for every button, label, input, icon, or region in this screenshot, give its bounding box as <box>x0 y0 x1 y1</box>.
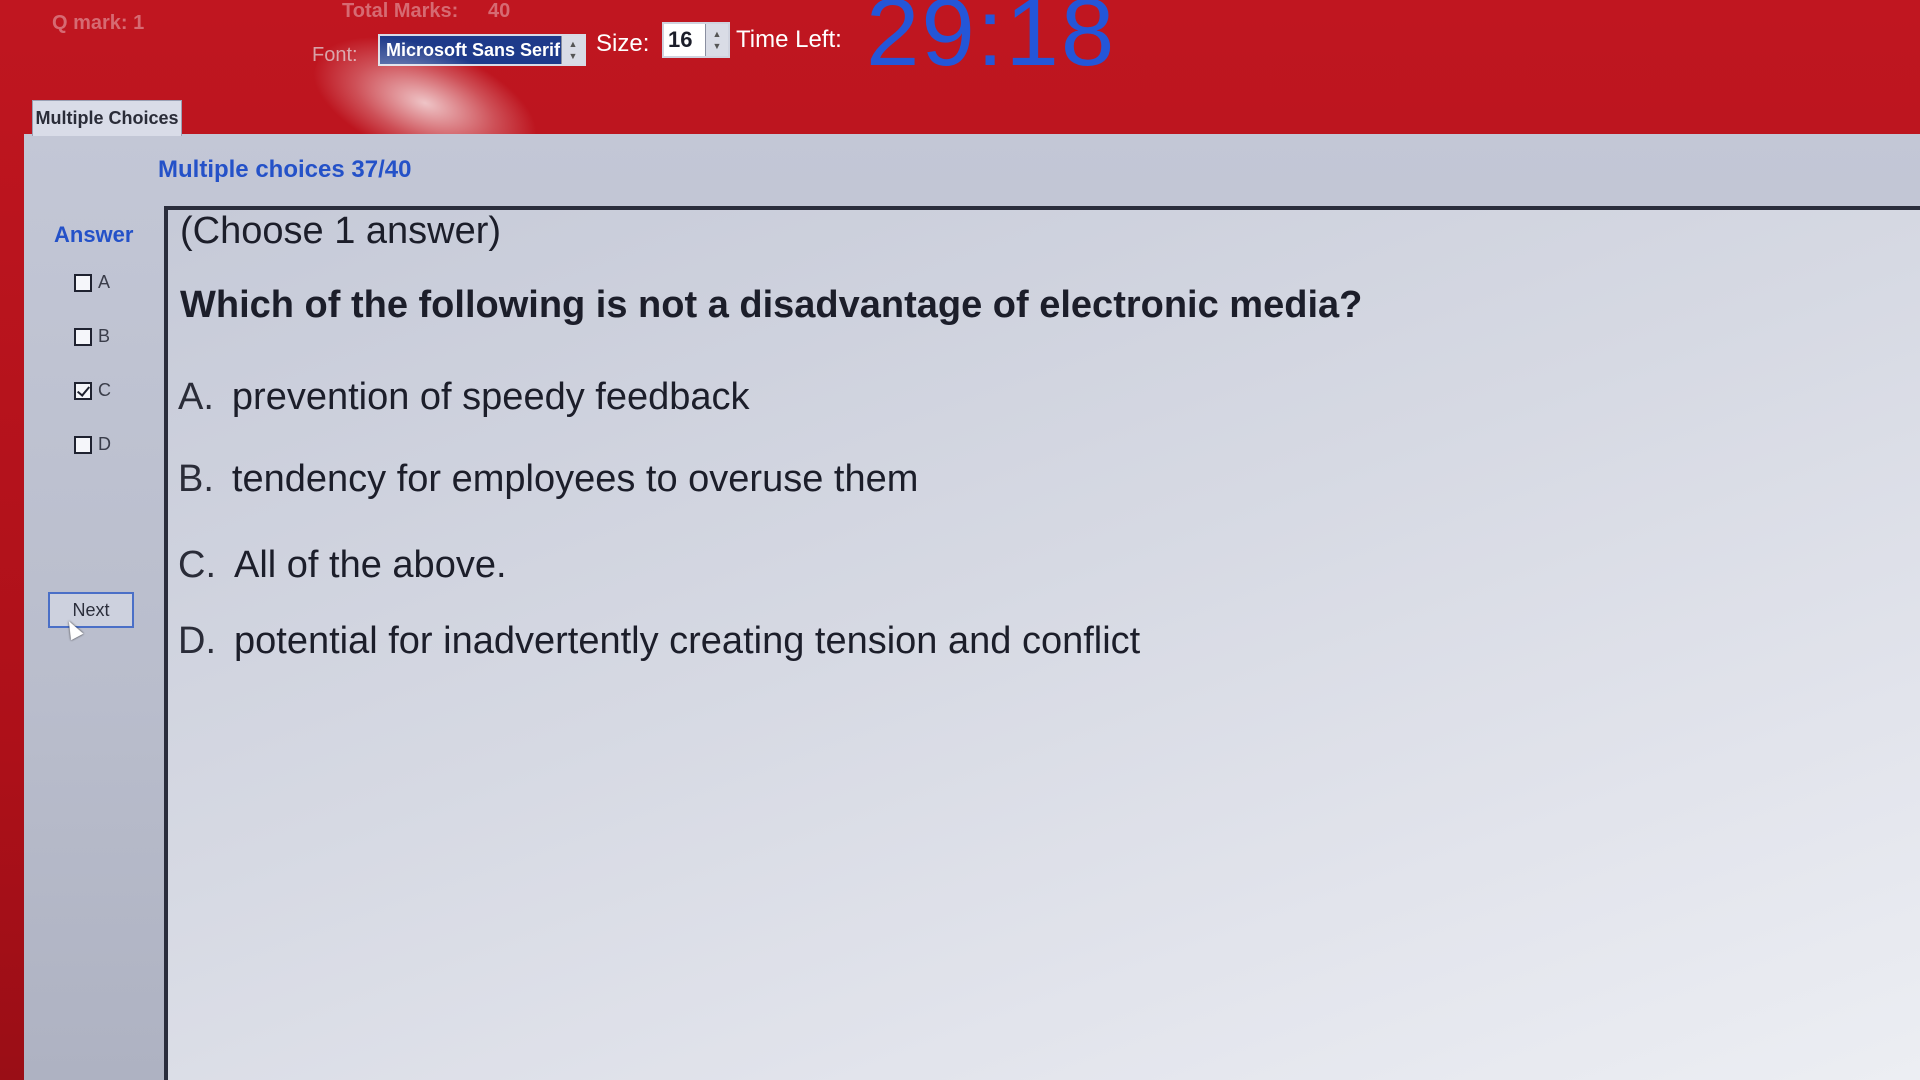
size-label: Size: <box>596 30 650 57</box>
total-marks-label: Total Marks: <box>342 0 459 22</box>
size-spin-icon[interactable]: ▲ ▼ <box>705 24 728 56</box>
question-option-d: D. potential for inadvertently creating … <box>178 620 1140 663</box>
question-option-b: B. tendency for employees to overuse the… <box>178 458 918 501</box>
checkbox-d[interactable] <box>74 435 92 454</box>
option-text: tendency for employees to overuse them <box>231 458 919 500</box>
question-mark-label: Q mark: 1 <box>52 12 145 34</box>
time-left-label: Time Left: <box>736 26 842 53</box>
option-text: prevention of speedy feedback <box>231 376 750 418</box>
answer-option-label: D <box>98 434 111 454</box>
font-select[interactable]: Microsoft Sans Serif ▲ ▼ <box>378 34 586 66</box>
question-option-c: C. All of the above. <box>178 544 507 587</box>
question-option-a: A. prevention of speedy feedback <box>178 376 750 419</box>
answer-option-c[interactable]: C <box>74 380 111 401</box>
option-letter: D. <box>178 620 216 662</box>
next-button[interactable]: Next <box>48 592 134 628</box>
question-text: Which of the following is not a disadvan… <box>180 284 1363 326</box>
answer-option-label: A <box>98 272 111 292</box>
answer-option-d[interactable]: D <box>74 434 111 455</box>
tab-multiple-choices[interactable]: Multiple Choices <box>32 100 182 136</box>
checkbox-b[interactable] <box>74 327 92 346</box>
font-label: Font: <box>312 44 358 66</box>
exam-window: Q mark: 1 Total Marks: 40 Font: Microsof… <box>0 0 1920 1080</box>
option-letter: B. <box>178 458 214 500</box>
header-bar: Q mark: 1 Total Marks: 40 Font: Microsof… <box>0 0 1920 195</box>
answer-option-label: B <box>98 326 111 346</box>
option-text: potential for inadvertently creating ten… <box>234 620 1141 662</box>
checkbox-a[interactable] <box>74 273 92 292</box>
answer-option-label: C <box>98 380 111 400</box>
countdown-timer: 29:18 <box>866 0 1117 86</box>
checkbox-c[interactable] <box>74 381 92 400</box>
answer-title: Answer <box>54 222 134 247</box>
option-text: All of the above. <box>234 544 507 586</box>
font-spin-icon[interactable]: ▲ ▼ <box>561 36 584 64</box>
progress-subtitle: Multiple choices 37/40 <box>158 156 412 183</box>
answer-option-b[interactable]: B <box>74 326 110 347</box>
option-letter: C. <box>178 544 216 586</box>
option-letter: A. <box>178 376 214 418</box>
question-instruction: (Choose 1 answer) <box>180 210 502 252</box>
font-select-value: Microsoft Sans Serif <box>386 39 561 60</box>
size-stepper[interactable]: 16 ▲ ▼ <box>662 22 730 58</box>
answer-option-a[interactable]: A <box>74 272 110 293</box>
size-value: 16 <box>668 27 693 52</box>
total-marks-value: 40 <box>488 0 511 22</box>
